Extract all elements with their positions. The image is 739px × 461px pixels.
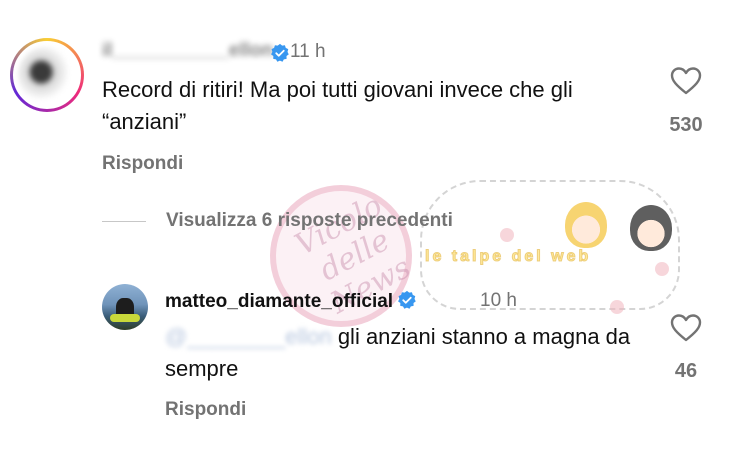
divider xyxy=(102,220,146,222)
avatar[interactable] xyxy=(10,38,84,112)
avatar-blurred-image xyxy=(18,46,76,104)
reply-button[interactable]: Rispondi xyxy=(102,153,183,175)
view-previous-replies[interactable]: Visualizza 6 risposte precedenti xyxy=(102,210,453,232)
watermark-paw-icon xyxy=(655,262,669,276)
comment-text: @________ellon gli anziani stanno a magn… xyxy=(165,321,645,385)
verified-badge-icon xyxy=(398,290,416,309)
watermark-doll-dark xyxy=(630,205,672,251)
heart-icon[interactable] xyxy=(670,313,702,343)
watermark-badge-text: le talpe del web xyxy=(424,248,592,266)
mention-link[interactable]: @________ellon xyxy=(165,324,332,349)
watermark-paw-icon xyxy=(500,228,514,242)
avatar-jetski xyxy=(110,314,140,322)
comment-username[interactable]: il___________ellon xyxy=(102,40,273,62)
comment-timestamp: 10 h xyxy=(480,290,517,311)
avatar[interactable] xyxy=(102,284,148,330)
heart-icon[interactable] xyxy=(670,66,702,96)
comment-username[interactable]: matteo_diamante_official xyxy=(165,290,417,313)
comment-text: Record di ritiri! Ma poi tutti giovani i… xyxy=(102,77,573,134)
like-count: 46 xyxy=(674,360,698,382)
like-count: 530 xyxy=(669,114,703,136)
comment-timestamp: 11 h xyxy=(290,41,326,62)
watermark-paw-icon xyxy=(610,300,624,314)
reply-button[interactable]: Rispondi xyxy=(165,399,246,421)
view-replies-label: Visualizza 6 risposte precedenti xyxy=(166,210,453,231)
verified-badge-icon xyxy=(271,43,289,62)
watermark-doll-blonde xyxy=(565,202,607,248)
